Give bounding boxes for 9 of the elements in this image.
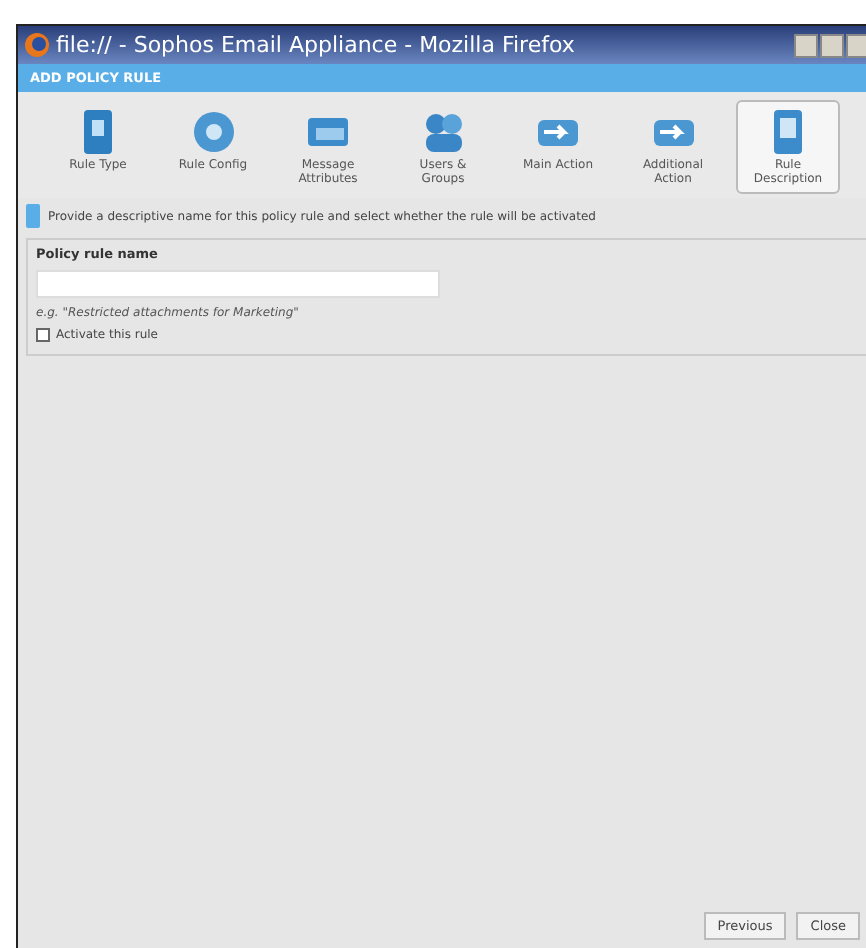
browser-logo-icon	[24, 32, 50, 58]
activate-checkbox[interactable]	[36, 328, 50, 343]
rule-name-field[interactable]	[36, 270, 440, 299]
window-title: file:// - Sophos Email Appliance - Mozilla Firefox	[56, 32, 577, 58]
close-button[interactable]	[846, 33, 866, 57]
info-icon	[26, 204, 40, 229]
disc-icon	[189, 108, 237, 156]
minimize-button[interactable]	[794, 33, 818, 57]
maximize-button[interactable]	[820, 33, 844, 57]
